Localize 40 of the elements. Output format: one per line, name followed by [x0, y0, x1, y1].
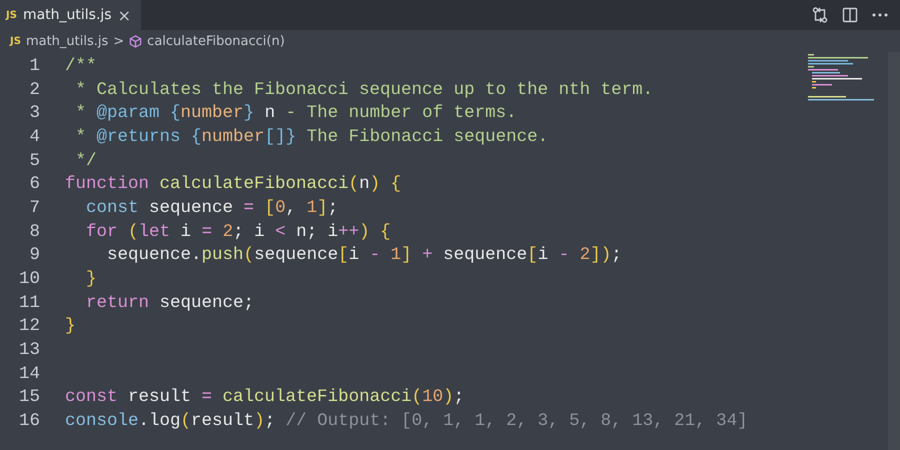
code-line: console.log(result); // Output: [0, 1, 1, 2, 3, 5, 8, 13, 21, 34] — [65, 411, 748, 432]
line-number: 11 — [18, 292, 40, 313]
breadcrumb-item[interactable]: calculateFibonacci(n) — [147, 34, 285, 48]
more-actions-icon[interactable] — [872, 13, 888, 17]
code-line: * @param {number} n - The number of terms. — [74, 103, 517, 124]
line-number: 9 — [28, 245, 40, 266]
code-line: for (let i = 2; i < n; i++) { — [85, 222, 391, 242]
breadcrumb-separator: > — [113, 34, 124, 48]
code-line: } — [85, 269, 97, 290]
cube-icon — [129, 34, 142, 48]
javascript-icon: JS — [10, 36, 21, 46]
code-line: */ — [74, 150, 97, 171]
split-editor-icon[interactable] — [842, 7, 858, 23]
line-number: 6 — [28, 174, 40, 194]
code-line: * @returns {number[]} The Fibonacci sequence. — [74, 126, 548, 147]
code-line: return sequence; — [85, 292, 254, 313]
code-line: sequence.push(sequence[i - 1] + sequence[i - 2]); — [106, 245, 622, 266]
line-number: 16 — [18, 411, 40, 432]
code-line: const result = calculateFibonacci(10); — [65, 387, 464, 408]
line-number: 13 — [18, 340, 40, 360]
code-line: } — [65, 316, 76, 336]
line-number: 15 — [18, 387, 40, 408]
line-number: 12 — [18, 316, 40, 336]
line-number: 2 — [28, 80, 40, 100]
javascript-icon: JS — [6, 10, 17, 20]
code-line: /** — [65, 56, 97, 76]
code-line: * Calculates the Fibonacci sequence up to the nth term. — [74, 80, 654, 100]
line-number: 14 — [18, 364, 40, 384]
line-number: 3 — [28, 103, 40, 124]
breadcrumb-item[interactable]: math_utils.js — [26, 34, 108, 48]
line-number: 5 — [28, 150, 40, 171]
code-line: const sequence = [0, 1]; — [85, 198, 338, 218]
line-number: 7 — [28, 198, 40, 218]
line-number: 8 — [28, 222, 40, 242]
line-number: 1 — [28, 56, 40, 76]
line-number: 4 — [28, 126, 40, 147]
code-line: function calculateFibonacci(n) { — [65, 174, 402, 194]
line-number: 10 — [18, 269, 40, 290]
editor-tab[interactable]: JS math_utils.js × — [0, 0, 141, 30]
compare-changes-icon[interactable] — [812, 7, 828, 23]
